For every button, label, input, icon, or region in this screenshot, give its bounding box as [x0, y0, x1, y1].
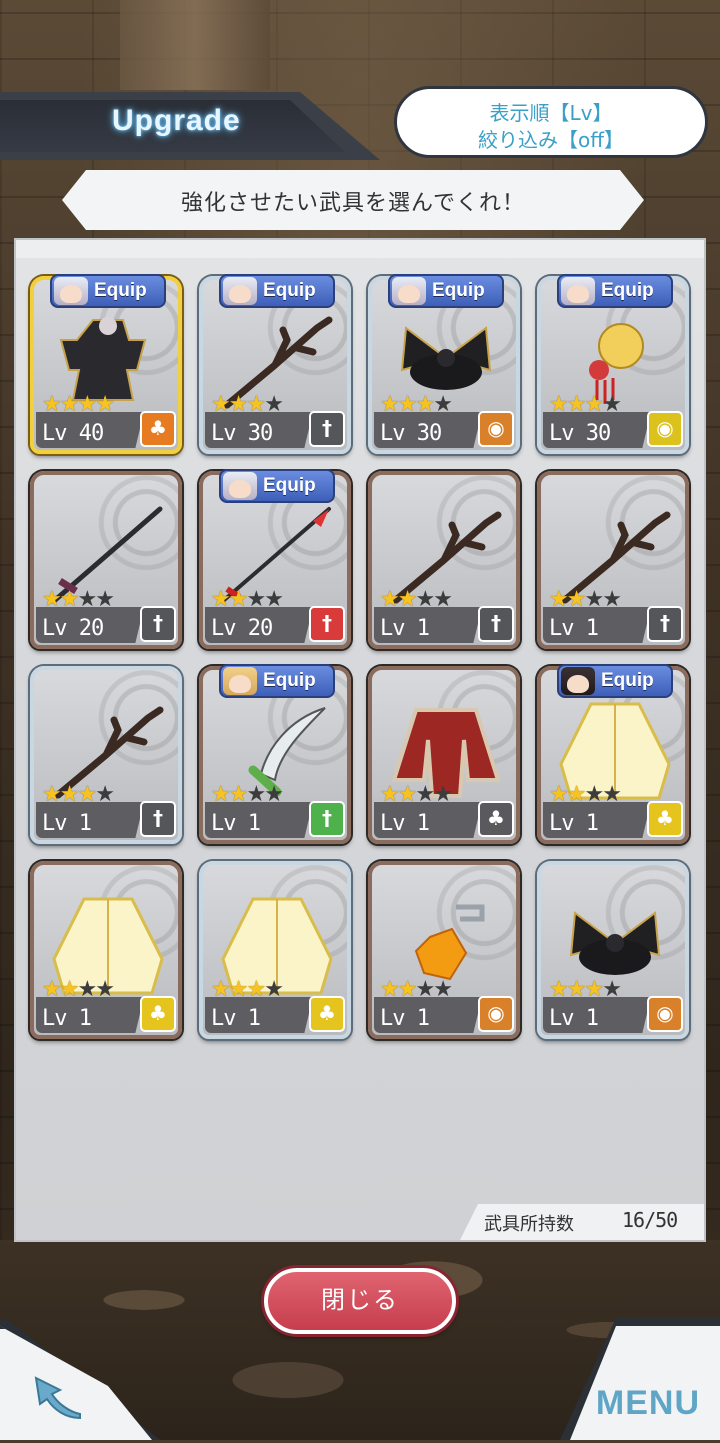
item-card[interactable]: Equip ★★★★ Lv 30 † — [199, 274, 351, 454]
item-level: Lv 1 — [211, 811, 261, 836]
character-avatar — [54, 277, 88, 305]
accessory-icon: ◉ — [647, 411, 683, 447]
item-card[interactable]: ★★★★ Lv 1 † — [537, 471, 689, 649]
instruction-banner: 強化させたい武具を選んでくれ！ — [62, 170, 644, 230]
item-level: Lv 30 — [380, 421, 442, 446]
inventory-count-label: 武具所持数 — [484, 1214, 574, 1235]
item-card[interactable]: Equip ★★★★ Lv 40 ♣ — [30, 274, 182, 454]
item-card[interactable]: ★★★★ Lv 1 ♣ — [199, 861, 351, 1039]
sort-filter-button[interactable]: 表示順【Lv】 絞り込み【off】 — [394, 86, 708, 158]
character-avatar — [561, 667, 595, 695]
armor-icon: ♣ — [478, 801, 514, 837]
item-level: Lv 1 — [380, 616, 430, 641]
item-level: Lv 1 — [549, 1006, 599, 1031]
item-level: Lv 1 — [211, 1006, 261, 1031]
item-level: Lv 1 — [380, 1006, 430, 1031]
item-card[interactable]: ★★★★ Lv 1 † — [368, 471, 520, 649]
sword-icon: † — [140, 801, 176, 837]
item-card[interactable]: ★★★★ Lv 1 † — [30, 666, 182, 844]
equip-label: Equip — [601, 280, 654, 301]
back-arrow-icon[interactable] — [30, 1372, 90, 1422]
sword-icon: † — [647, 606, 683, 642]
equip-label: Equip — [263, 475, 316, 496]
item-card[interactable]: Equip ★★★★ Lv 30 ◉ — [368, 274, 520, 454]
item-card[interactable]: Equip ★★★★ Lv 20 † — [199, 469, 351, 649]
armor-icon: ♣ — [647, 801, 683, 837]
accessory-icon: ◉ — [647, 996, 683, 1032]
sword-icon: † — [140, 606, 176, 642]
close-button[interactable]: 閉じる — [264, 1268, 456, 1334]
item-card[interactable]: ★★★★ Lv 1 ◉ — [368, 861, 520, 1039]
equip-badge: Equip — [50, 274, 166, 308]
item-level: Lv 1 — [42, 811, 92, 836]
sword-icon: † — [309, 606, 345, 642]
item-level: Lv 1 — [549, 811, 599, 836]
character-avatar — [223, 277, 257, 305]
equip-label: Equip — [432, 280, 485, 301]
equip-badge: Equip — [219, 664, 335, 698]
armor-icon: ♣ — [309, 996, 345, 1032]
item-level: Lv 20 — [42, 616, 104, 641]
item-card[interactable]: ★★★★ Lv 1 ♣ — [30, 861, 182, 1039]
equip-badge: Equip — [388, 274, 504, 308]
equip-label: Equip — [94, 280, 147, 301]
item-level: Lv 20 — [211, 616, 273, 641]
menu-label[interactable]: MENU — [596, 1384, 700, 1423]
character-avatar — [392, 277, 426, 305]
item-level: Lv 1 — [549, 616, 599, 641]
item-card[interactable]: ★★★★ Lv 1 ◉ — [537, 861, 689, 1039]
equip-badge: Equip — [219, 469, 335, 503]
inventory-count-value: 16/50 — [622, 1208, 678, 1232]
item-card[interactable]: ★★★★ Lv 20 † — [30, 471, 182, 649]
item-level: Lv 30 — [211, 421, 273, 446]
character-avatar — [223, 667, 257, 695]
accessory-icon: ◉ — [478, 411, 514, 447]
item-card[interactable]: ★★★★ Lv 1 ♣ — [368, 666, 520, 844]
page-title: Upgrade — [112, 104, 241, 137]
equip-label: Equip — [263, 280, 316, 301]
item-card[interactable]: Equip ★★★★ Lv 1 † — [199, 664, 351, 844]
character-avatar — [561, 277, 595, 305]
accessory-icon: ◉ — [478, 996, 514, 1032]
item-level: Lv 40 — [42, 421, 104, 446]
sword-icon: † — [309, 801, 345, 837]
item-level: Lv 1 — [42, 1006, 92, 1031]
item-level: Lv 30 — [549, 421, 611, 446]
background-pillar — [120, 0, 270, 90]
sword-icon: † — [478, 606, 514, 642]
equip-label: Equip — [263, 670, 316, 691]
item-card[interactable]: Equip ★★★★ Lv 30 ◉ — [537, 274, 689, 454]
item-panel-header — [16, 240, 704, 258]
equip-badge: Equip — [557, 274, 673, 308]
armor-icon: ♣ — [140, 996, 176, 1032]
item-grid: Equip ★★★★ Lv 40 ♣ Equip ★★★★ Lv 30 † Equip ★★★★ L… — [30, 274, 689, 1039]
armor-icon: ♣ — [140, 411, 176, 447]
instruction-text: 強化させたい武具を選んでくれ！ — [181, 191, 525, 216]
equip-badge: Equip — [557, 664, 673, 698]
item-level: Lv 1 — [380, 811, 430, 836]
sort-order-label: 表示順【Lv】 — [489, 101, 613, 125]
character-avatar — [223, 472, 257, 500]
sword-icon: † — [309, 411, 345, 447]
filter-label: 絞り込み【off】 — [477, 128, 624, 152]
equip-badge: Equip — [219, 274, 335, 308]
equip-label: Equip — [601, 670, 654, 691]
item-card[interactable]: Equip ★★★★ Lv 1 ♣ — [537, 664, 689, 844]
